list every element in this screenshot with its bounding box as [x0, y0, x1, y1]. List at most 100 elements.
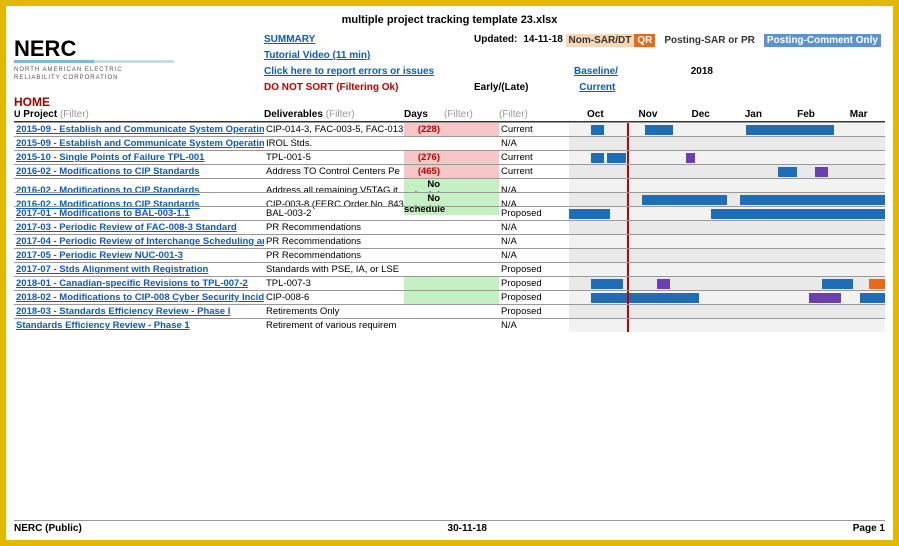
- updated-value: 14-11-18: [523, 34, 562, 45]
- gantt-bar: [591, 279, 623, 289]
- deliverable-cell: Retirements Only: [264, 306, 404, 317]
- gantt-bar: [711, 209, 885, 219]
- deliverable-cell: PR Recommendations: [264, 236, 404, 247]
- header-block: NERC NORTH AMERICAN ELECTRIC RELIABILITY…: [14, 34, 885, 93]
- project-link[interactable]: Standards Efficiency Review - Phase 1: [14, 320, 264, 331]
- document-title: multiple project tracking template 23.xl…: [14, 10, 885, 34]
- gantt-cell: [569, 277, 885, 290]
- early-late-head: Early/(Late): [474, 82, 528, 93]
- status-value: N/A: [499, 320, 569, 331]
- project-link[interactable]: 2017-01 - Modifications to BAL-003-1.1: [14, 208, 264, 219]
- days-value: (228): [404, 124, 444, 135]
- deliverable-cell: CIP-008-6: [264, 292, 404, 303]
- logo-text: NERC: [14, 36, 76, 61]
- hdr-report-row: Click here to report errors or issues: [264, 66, 474, 82]
- current-link[interactable]: Current: [579, 82, 615, 93]
- footer-left: NERC (Public): [14, 523, 82, 534]
- baseline-link[interactable]: Baseline/: [574, 66, 618, 77]
- today-line: [627, 305, 629, 318]
- project-link[interactable]: 2015-09 - Establish and Communicate Syst…: [14, 138, 264, 149]
- table-row: 2017-07 - Stds Alignment with Registrati…: [14, 262, 885, 276]
- gantt-bar: [645, 125, 673, 135]
- deliverable-cell: CIP-014-3, FAC-003-5, FAC-013: [264, 124, 404, 135]
- today-line: [627, 249, 629, 262]
- deliverable-cell: PR Recommendations: [264, 250, 404, 261]
- gantt-cell: [569, 221, 885, 234]
- project-link[interactable]: 2015-10 - Single Points of Failure TPL-0…: [14, 152, 264, 163]
- gantt-bar: [569, 209, 610, 219]
- status-value: Current: [499, 124, 569, 135]
- status-value: Current: [499, 152, 569, 163]
- month-3: Jan: [727, 109, 780, 120]
- days-value: (465): [404, 166, 444, 177]
- table-row: 2018-03 - Standards Efficiency Review - …: [14, 304, 885, 318]
- gantt-bar: [822, 279, 854, 289]
- report-link[interactable]: Click here to report errors or issues: [264, 66, 434, 77]
- status-filter[interactable]: (Filter): [499, 109, 528, 120]
- table-row: 2016-02 - Modifications to CIP Standards…: [14, 178, 885, 192]
- legend-comment: Posting-Comment Only: [764, 34, 881, 47]
- table-row: 2017-04 - Periodic Review of Interchange…: [14, 234, 885, 248]
- gantt-bar: [657, 279, 670, 289]
- table-row: Standards Efficiency Review - Phase 1Ret…: [14, 318, 885, 332]
- table-row: 2018-02 - Modifications to CIP-008 Cyber…: [14, 290, 885, 304]
- status-value: N/A: [499, 222, 569, 233]
- today-line: [627, 291, 629, 304]
- svg-text:RELIABILITY CORPORATION: RELIABILITY CORPORATION: [14, 75, 118, 81]
- project-filter[interactable]: (Filter): [60, 109, 89, 120]
- project-link[interactable]: 2017-05 - Periodic Review NUC-001-3: [14, 250, 264, 261]
- project-link[interactable]: 2017-07 - Stds Alignment with Registrati…: [14, 264, 264, 275]
- project-link[interactable]: 2017-04 - Periodic Review of Interchange…: [14, 236, 264, 247]
- gantt-cell: [569, 123, 885, 136]
- today-line: [627, 235, 629, 248]
- project-link[interactable]: 2017-03 - Periodic Review of FAC-008-3 S…: [14, 222, 264, 233]
- data-rows: 2015-09 - Establish and Communicate Syst…: [14, 121, 885, 332]
- gantt-cell: [569, 207, 885, 220]
- early-late-row: Early/(Late) Current: [474, 82, 885, 93]
- gantt-cell: [569, 263, 885, 276]
- gantt-bar: [869, 279, 885, 289]
- sort-warning: DO NOT SORT (Filtering Ok): [264, 82, 398, 93]
- gantt-bar: [591, 125, 604, 135]
- days-status-colored: [404, 291, 499, 304]
- project-link[interactable]: 2018-02 - Modifications to CIP-008 Cyber…: [14, 292, 264, 303]
- gantt-bar: [860, 293, 885, 303]
- deliverables-head: Deliverables: [264, 109, 323, 120]
- status-value: Proposed: [499, 306, 569, 317]
- deliverable-cell: IROL Stds.: [264, 138, 404, 149]
- days-status-colored: (465): [404, 165, 499, 178]
- status-value: N/A: [499, 138, 569, 149]
- gantt-cell: [569, 249, 885, 262]
- project-head: Project: [23, 109, 57, 120]
- table-row: 2016-02 - Modifications to CIP Standards…: [14, 192, 885, 206]
- project-link[interactable]: 2018-01 - Canadian-specific Revisions to…: [14, 278, 264, 289]
- table-row: 2016-02 - Modifications to CIP Standards…: [14, 164, 885, 178]
- gantt-cell: [569, 235, 885, 248]
- deliverables-filter[interactable]: (Filter): [326, 109, 355, 120]
- column-headers: HOME U Project (Filter) Deliverables (Fi…: [14, 93, 885, 120]
- home-link[interactable]: HOME: [14, 95, 50, 109]
- month-4: Feb: [780, 109, 833, 120]
- year-label: 2018: [691, 66, 713, 77]
- spreadsheet-page: multiple project tracking template 23.xl…: [6, 6, 893, 540]
- today-line: [627, 151, 629, 164]
- today-line: [627, 165, 629, 178]
- gantt-cell: [569, 291, 885, 304]
- tutorial-link[interactable]: Tutorial Video (11 min): [264, 50, 370, 61]
- deliverable-cell: TPL-007-3: [264, 278, 404, 289]
- days-filter[interactable]: (Filter): [444, 109, 473, 120]
- table-row: 2015-10 - Single Points of Failure TPL-0…: [14, 150, 885, 164]
- gantt-bar: [591, 153, 604, 163]
- status-value: Proposed: [499, 278, 569, 289]
- legend: Nom-SAR/DTQR Posting-SAR or PR Posting-C…: [566, 34, 881, 47]
- project-link[interactable]: 2018-03 - Standards Efficiency Review - …: [14, 306, 264, 317]
- project-link[interactable]: 2016-02 - Modifications to CIP Standards: [14, 166, 264, 177]
- legend-posting: Posting-SAR or PR: [661, 34, 758, 47]
- hdr-summary-row: SUMMARY: [264, 34, 474, 50]
- summary-link[interactable]: SUMMARY: [264, 34, 315, 45]
- footer-right: Page 1: [853, 523, 885, 534]
- project-link[interactable]: 2015-09 - Establish and Communicate Syst…: [14, 124, 264, 135]
- status-value: Proposed: [499, 264, 569, 275]
- gantt-cell: [569, 151, 885, 164]
- status-value: N/A: [499, 250, 569, 261]
